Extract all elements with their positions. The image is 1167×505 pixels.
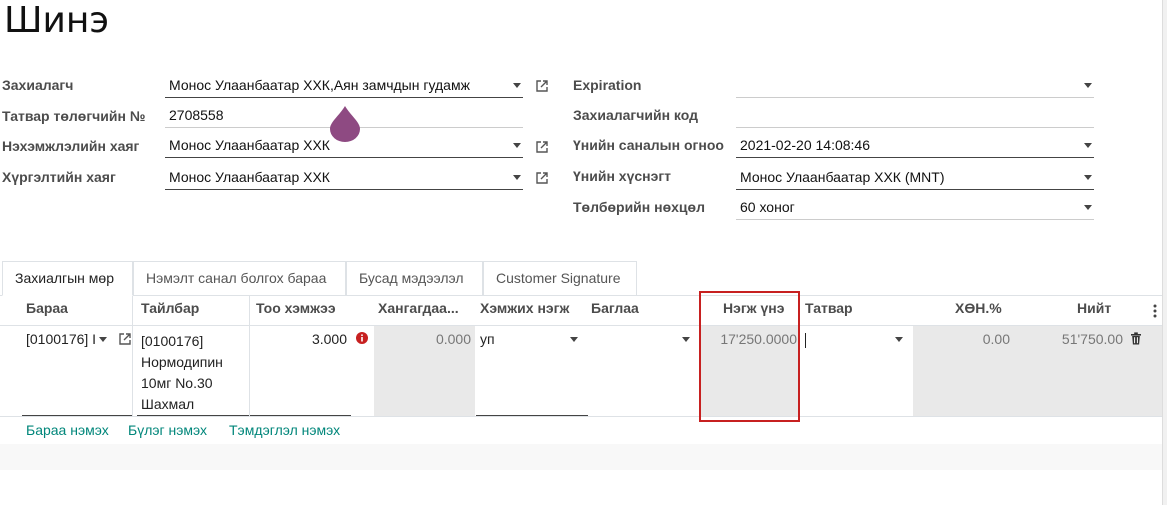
expiration-label: Expiration (573, 77, 642, 93)
customer-code-label: Захиалагчийн код (573, 107, 699, 123)
trash-icon[interactable] (1130, 332, 1142, 345)
column-header-product[interactable]: Бараа (26, 300, 68, 316)
external-link-icon[interactable] (118, 332, 132, 346)
table-footer (0, 444, 1162, 470)
tax-cell[interactable] (805, 331, 806, 348)
description-line: Нормодипин (141, 354, 223, 370)
pricelist-label: Үнийн хүснэгт (573, 168, 672, 184)
pricelist-select[interactable]: Монос Улаанбаатар ХХК (MNT) (736, 166, 1094, 190)
customer-label: Захиалагч (2, 77, 74, 93)
chevron-down-icon (1084, 83, 1092, 88)
column-header-tax[interactable]: Татвар (805, 300, 853, 316)
column-header-quantity[interactable]: Тоо хэмжээ (256, 300, 336, 316)
delivered-cell: 0.000 (435, 331, 471, 347)
add-section-link[interactable]: Бүлэг нэмэх (128, 422, 207, 438)
payment-terms-select[interactable]: 60 хоног (736, 196, 1094, 220)
external-link-icon[interactable] (535, 79, 549, 93)
chevron-down-icon (1084, 175, 1092, 180)
external-link-icon[interactable] (535, 171, 549, 185)
add-note-link[interactable]: Тэмдэглэл нэмэх (229, 422, 340, 438)
description-line: Шахмал (141, 396, 195, 412)
column-header-discount[interactable]: ХӨН.% (955, 300, 1002, 316)
product-cell[interactable]: [0100176] I (26, 331, 96, 347)
column-header-subtotal[interactable]: Нийт (1077, 300, 1111, 316)
delivery-address-select[interactable]: Монос Улаанбаатар ХХК (165, 166, 523, 190)
customer-value: Монос Улаанбаатар ХХК,Аян замчдын гудамж (169, 77, 470, 93)
tab-other-info[interactable]: Бусад мэдээлэл (346, 261, 483, 295)
delivery-address-value: Монос Улаанбаатар ХХК (169, 169, 330, 185)
column-header-uom[interactable]: Хэмжих нэгж (480, 300, 569, 316)
expiration-select[interactable] (736, 74, 1094, 98)
product-value: [0100176] I (26, 331, 97, 347)
customer-select[interactable]: Монос Улаанбаатар ХХК,Аян замчдын гудамж (165, 74, 523, 98)
description-line: 10мг No.30 (141, 375, 213, 391)
chevron-down-icon (513, 83, 521, 88)
quotation-date-select[interactable]: 2021-02-20 14:08:46 (736, 134, 1094, 158)
column-options-icon[interactable] (1152, 304, 1158, 318)
external-link-icon[interactable] (535, 140, 549, 154)
invoice-address-label: Нэхэмжлэлийн хаяг (2, 138, 140, 154)
page-title: Шинэ (4, 0, 110, 41)
description-cell[interactable]: [0100176] Нормодипин 10мг No.30 Шахмал (141, 331, 223, 415)
quotation-date-label: Үнийн саналын огноо (573, 137, 724, 153)
column-divider (132, 296, 133, 416)
payment-terms-label: Төлбөрийн нөхцөл (573, 199, 705, 215)
delivery-address-label: Хүргэлтийн хаяг (2, 169, 116, 185)
chevron-down-icon[interactable] (682, 337, 690, 342)
chevron-down-icon (513, 175, 521, 180)
tax-number-label: Татвар төлөгчийн № (2, 108, 146, 124)
uom-value: уп (480, 331, 495, 347)
tax-number-value: 2708558 (169, 107, 224, 123)
column-header-package[interactable]: Баглаа (591, 300, 639, 316)
text-cursor (805, 332, 806, 348)
pricelist-value: Монос Улаанбаатар ХХК (MNT) (740, 169, 945, 185)
tab-optional-products[interactable]: Нэмэлт санал болгох бараа (133, 261, 346, 295)
add-product-link[interactable]: Бараа нэмэх (26, 422, 109, 438)
info-icon[interactable] (356, 332, 368, 344)
discount-cell: 0.00 (982, 331, 1010, 347)
uom-cell[interactable]: уп (480, 331, 495, 347)
payment-terms-value: 60 хоног (740, 199, 795, 215)
column-header-description[interactable]: Тайлбар (141, 300, 199, 316)
customer-code-input[interactable] (736, 104, 1094, 128)
quantity-cell[interactable]: 3.000 (250, 331, 347, 347)
column-divider (249, 296, 250, 416)
notebook-tabs: Захиалгын мөр Нэмэлт санал болгох бараа … (0, 261, 1167, 296)
tab-customer-signature[interactable]: Customer Signature (483, 261, 637, 295)
quantity-value: 3.000 (311, 331, 347, 347)
column-header-delivered[interactable]: Хангагдаа... (378, 300, 459, 316)
highlight-box (699, 291, 800, 422)
chevron-down-icon (1084, 143, 1092, 148)
scrollbar[interactable] (1162, 0, 1167, 505)
chevron-down-icon (513, 143, 521, 148)
invoice-address-value: Монос Улаанбаатар ХХК (169, 137, 330, 153)
chevron-down-icon[interactable] (895, 337, 903, 342)
chevron-down-icon (1084, 205, 1092, 210)
chevron-down-icon[interactable] (570, 337, 578, 342)
drop-marker-icon (330, 106, 360, 142)
chevron-down-icon[interactable] (99, 337, 107, 342)
quotation-date-value: 2021-02-20 14:08:46 (740, 137, 870, 153)
row-divider (0, 416, 1162, 417)
tab-order-lines[interactable]: Захиалгын мөр (2, 261, 133, 296)
subtotal-cell: 51'750.00 (1061, 331, 1123, 347)
description-line: [0100176] (141, 333, 204, 349)
